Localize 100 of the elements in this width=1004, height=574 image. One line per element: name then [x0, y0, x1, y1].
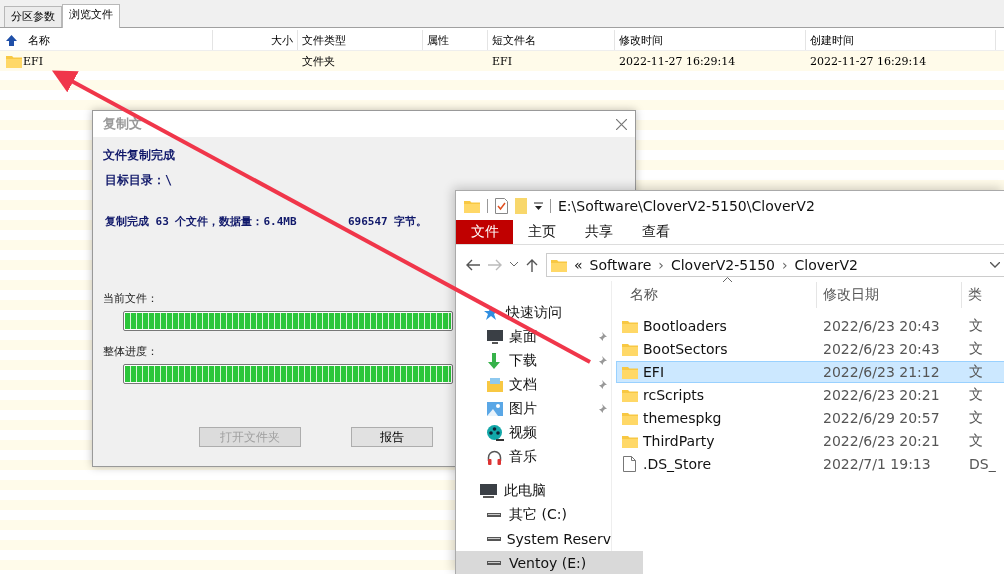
file-type: 文	[968, 432, 983, 450]
column-header[interactable]: 大小	[213, 30, 298, 50]
file-name: ThirdParty	[643, 433, 715, 449]
drive-icon	[487, 561, 501, 565]
folder-icon	[621, 319, 638, 333]
drive-icon	[487, 537, 501, 541]
file-name: EFI	[643, 364, 665, 380]
download-icon	[487, 353, 501, 369]
column-header[interactable]: 类	[961, 282, 982, 308]
file-row[interactable]: ThirdParty 2022/6/23 20:21 文	[616, 430, 1004, 452]
file-type: 文	[968, 317, 983, 335]
file-name: rcScripts	[643, 387, 705, 403]
breadcrumb-separator[interactable]: ›	[781, 256, 788, 273]
file-row[interactable]: EFI 2022/6/23 21:12 文	[616, 361, 1004, 383]
up-arrow-icon[interactable]	[526, 257, 538, 272]
file-type: DS_	[968, 456, 996, 472]
column-header[interactable]: 名称	[630, 286, 658, 302]
file-date: 2022/7/1 19:13	[822, 456, 932, 472]
file-type: 文	[968, 386, 983, 404]
breadcrumb-item[interactable]: CloverV2	[794, 256, 858, 273]
target-directory: 目标目录：\	[105, 173, 173, 188]
ribbon-tab[interactable]: 主页	[513, 220, 570, 244]
overflow-chevron[interactable]: «	[574, 256, 583, 273]
breadcrumb-item[interactable]: CloverV2-5150	[670, 256, 775, 273]
nav-item[interactable]: 文档	[456, 373, 611, 397]
file-name: Bootloaders	[643, 318, 727, 334]
column-header[interactable]: 名称	[0, 30, 213, 50]
file-row[interactable]: rcScripts 2022/6/23 20:21 文	[616, 384, 1004, 406]
copy-summary: 复制完成 63 个文件，数据量：6.4MB	[105, 214, 298, 229]
file-icon	[623, 456, 636, 472]
dropdown-caret-icon[interactable]	[510, 262, 518, 267]
ribbon-tab[interactable]: 文件	[456, 220, 513, 244]
file-name: themespkg	[643, 410, 722, 426]
documents-folder-icon	[487, 378, 503, 392]
headphones-icon	[487, 449, 502, 465]
column-header[interactable]: 属性	[423, 30, 488, 50]
folder-icon	[621, 365, 638, 379]
computer-icon	[480, 483, 497, 499]
folder-icon	[551, 257, 567, 272]
table-cell-text: 文件夹	[301, 53, 336, 70]
nav-item[interactable]: 视频	[456, 421, 611, 445]
file-name: BootSectors	[643, 341, 728, 357]
table-cell-text: EFI	[491, 53, 513, 70]
address-bar[interactable]: « Software › CloverV2-5150 › CloverV2	[546, 252, 1004, 277]
file-row[interactable]: themespkg 2022/6/29 20:57 文	[616, 407, 1004, 429]
breadcrumb-separator[interactable]: ›	[658, 256, 664, 273]
column-header[interactable]: 创建时间	[806, 30, 996, 50]
file-type: 文	[968, 363, 983, 381]
tab[interactable]: 浏览文件	[62, 4, 120, 28]
table-cell-text: 2022-11-27 16:29:14	[618, 53, 737, 70]
back-arrow-icon[interactable]	[466, 258, 480, 271]
dropdown-caret-icon[interactable]	[990, 261, 1000, 268]
progress-label: 整体进度：	[103, 344, 159, 359]
drive-icon	[487, 513, 501, 517]
column-header[interactable]: 修改时间	[615, 30, 806, 50]
nav-item[interactable]: 下载	[456, 349, 611, 373]
copy-summary: 696547 字节。	[348, 214, 428, 229]
folder-icon	[621, 342, 638, 356]
caret-icon[interactable]	[534, 201, 543, 210]
nav-item[interactable]: 其它 (C:)	[456, 503, 611, 527]
ribbon-tab[interactable]: 查看	[627, 220, 684, 244]
column-header[interactable]: 短文件名	[488, 30, 615, 50]
table-cell-text: 2022-11-27 16:29:14	[809, 53, 928, 70]
breadcrumb-item[interactable]: Software	[589, 256, 652, 273]
tab[interactable]: 分区参数	[4, 6, 62, 27]
folder-icon	[621, 388, 638, 402]
file-date: 2022/6/29 20:57	[822, 410, 941, 426]
nav-item[interactable]: 音乐	[456, 445, 611, 469]
folder-icon	[621, 411, 638, 425]
file-type: 文	[968, 409, 983, 427]
nav-group[interactable]: 此电脑	[456, 479, 611, 503]
folder-icon	[621, 434, 638, 448]
column-header[interactable]: 修改日期	[816, 282, 961, 308]
file-row[interactable]: BootSectors 2022/6/23 20:43 文	[616, 338, 1004, 360]
status-heading: 文件复制完成	[103, 148, 176, 163]
film-reel-icon	[487, 425, 504, 441]
up-arrow-icon[interactable]	[6, 34, 17, 46]
nav-item[interactable]: System Reserv	[456, 527, 611, 551]
properties-icon[interactable]	[495, 197, 508, 214]
table-cell: EFI	[23, 54, 43, 68]
file-row[interactable]: Bootloaders 2022/6/23 20:43 文	[616, 315, 1004, 337]
sort-caret-icon	[723, 277, 732, 282]
file-type: 文	[968, 340, 983, 358]
file-date: 2022/6/23 20:43	[822, 318, 941, 334]
dialog-button[interactable]: 报告	[351, 427, 433, 447]
close-icon[interactable]	[616, 118, 627, 130]
window-title: E:\Software\CloverV2-5150\CloverV2	[558, 197, 815, 214]
progress-label: 当前文件：	[103, 291, 159, 306]
file-date: 2022/6/23 21:12	[822, 364, 941, 380]
file-date: 2022/6/23 20:43	[822, 341, 941, 357]
ribbon-tab[interactable]: 共享	[570, 220, 627, 244]
nav-item[interactable]: Ventoy (E:)	[456, 551, 643, 574]
folder-icon	[464, 198, 480, 213]
file-name: .DS_Store	[643, 456, 712, 472]
dialog-title: 复制文	[103, 115, 142, 133]
file-date: 2022/6/23 20:21	[822, 387, 941, 403]
pictures-icon	[487, 402, 503, 416]
file-row[interactable]: .DS_Store 2022/7/1 19:13 DS_	[616, 453, 1004, 475]
column-header[interactable]: 文件类型	[298, 30, 423, 50]
nav-item[interactable]: 图片	[456, 397, 611, 421]
